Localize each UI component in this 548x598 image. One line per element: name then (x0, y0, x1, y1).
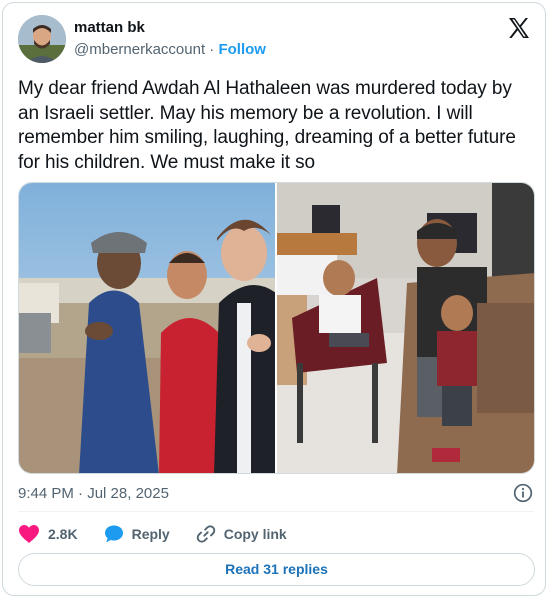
date-separator: · (78, 485, 84, 502)
avatar-photo (18, 15, 66, 63)
photo-right[interactable] (277, 183, 534, 473)
like-button[interactable]: 2.8K (18, 524, 78, 544)
media-grid (18, 182, 535, 474)
photo-left-image (19, 183, 275, 473)
follow-button[interactable]: Follow (218, 41, 266, 58)
handle-separator: · (209, 41, 215, 58)
photo-left[interactable] (19, 183, 275, 473)
photo-right-image (277, 183, 534, 473)
speech-bubble-icon (104, 525, 123, 543)
tweet-time: 9:44 PM (18, 485, 74, 502)
reply-button[interactable]: Reply (104, 524, 170, 544)
avatar[interactable] (18, 15, 66, 63)
copy-link-label: Copy link (223, 526, 287, 542)
timestamp-row[interactable]: 9:44 PM · Jul 28, 2025 (18, 485, 169, 502)
author-handle[interactable]: @mbernerkaccount (74, 41, 205, 58)
copy-link-button[interactable]: Copy link (196, 524, 287, 544)
divider (18, 511, 534, 512)
author-name[interactable]: mattan bk (74, 19, 145, 36)
action-bar: 2.8K Reply Copy link (18, 522, 287, 546)
tweet-text: My dear friend Awdah Al Hathaleen was mu… (18, 78, 516, 173)
tweet-card: mattan bk @mbernerkaccount · Follow My d… (2, 2, 546, 596)
x-logo-icon[interactable] (507, 16, 531, 40)
info-icon[interactable] (513, 483, 533, 503)
like-count: 2.8K (48, 526, 78, 542)
reply-label: Reply (131, 526, 170, 542)
heart-icon (19, 525, 39, 543)
author-handle-row: @mbernerkaccount · Follow (74, 41, 266, 58)
tweet-date: Jul 28, 2025 (87, 485, 169, 502)
read-replies-button[interactable]: Read 31 replies (18, 553, 535, 586)
link-icon (196, 525, 215, 543)
